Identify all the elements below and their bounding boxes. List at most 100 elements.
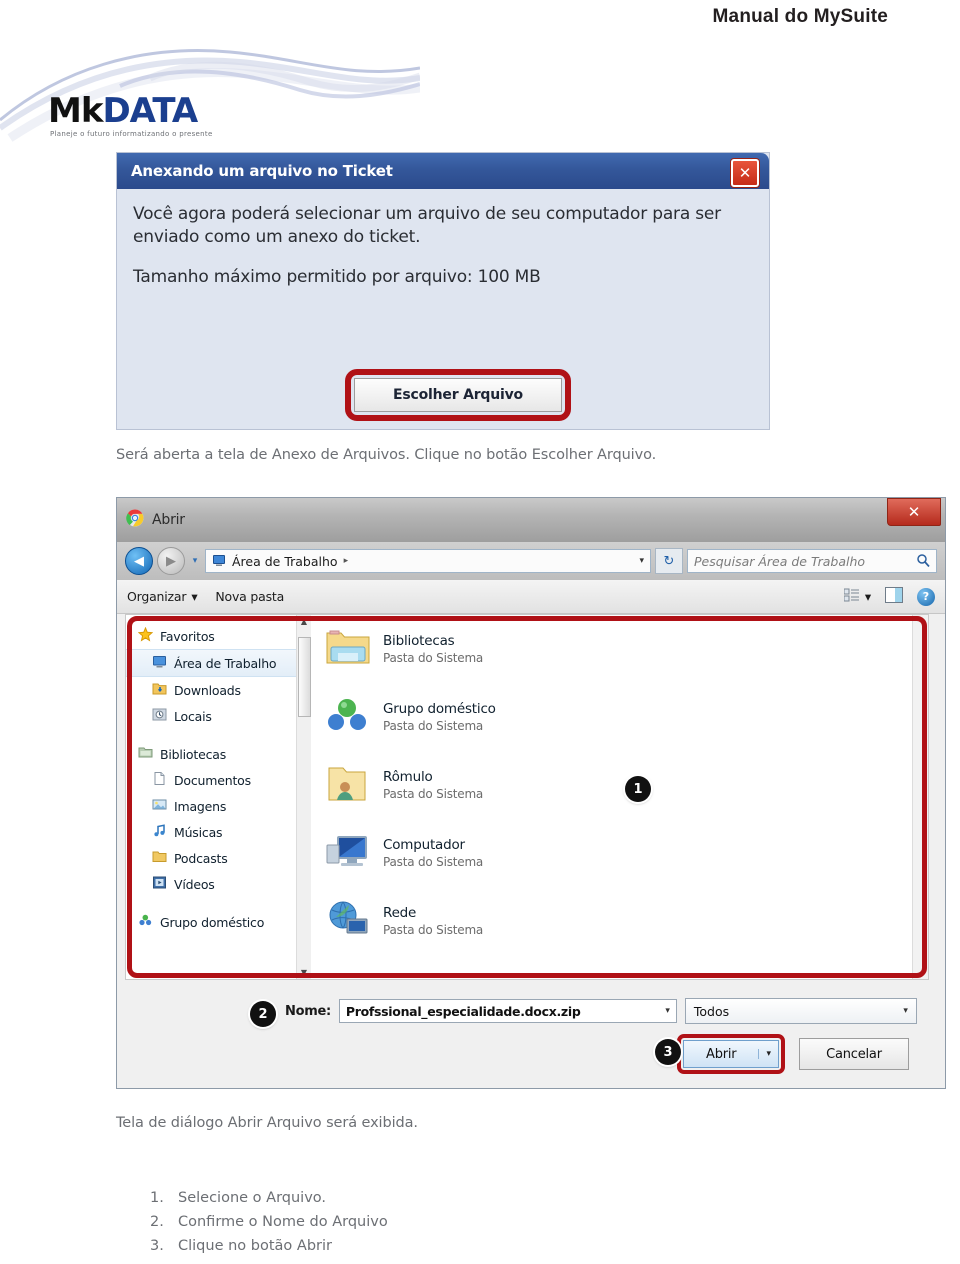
address-path-text: Área de Trabalho xyxy=(232,553,338,569)
videos-icon xyxy=(152,875,167,893)
file-type-filter[interactable]: Todos ▾ xyxy=(684,998,917,1024)
step-number: 1. xyxy=(150,1190,164,1206)
computer-icon xyxy=(325,831,371,875)
list-item-text: Rômulo Pasta do Sistema xyxy=(383,769,483,801)
callout-badge-1: 1 xyxy=(625,776,651,802)
list-item[interactable]: Computador Pasta do Sistema xyxy=(311,819,928,887)
sidebar-item-favoritos[interactable]: Favoritos xyxy=(126,623,311,649)
chevron-down-icon[interactable]: ▾ xyxy=(639,556,644,566)
sidebar-item-downloads[interactable]: Downloads xyxy=(126,677,311,703)
step-number: 2. xyxy=(150,1214,164,1230)
view-list-icon xyxy=(843,588,860,605)
star-icon xyxy=(137,626,154,645)
caption-step-2: Tela de diálogo Abrir Arquivo será exibi… xyxy=(116,1115,418,1131)
list-item[interactable]: Rômulo Pasta do Sistema xyxy=(311,751,928,819)
sidebar-item-bibliotecas[interactable]: Bibliotecas xyxy=(126,741,311,767)
sidebar-item-musicas[interactable]: Músicas xyxy=(126,819,311,845)
list-item[interactable]: Bibliotecas Pasta do Sistema xyxy=(311,615,928,683)
cancel-button[interactable]: Cancelar xyxy=(798,1038,909,1070)
sidebar-item-videos[interactable]: Vídeos xyxy=(126,871,311,897)
open-button[interactable]: Abrir ▾ xyxy=(683,1040,779,1068)
preview-pane-button[interactable] xyxy=(885,587,903,606)
chevron-down-icon: ▾ xyxy=(864,589,871,604)
file-dialog-toolbar: Organizar ▾ Nova pasta ▾ ? xyxy=(117,580,945,614)
file-dialog-titlebar: Abrir ✕ xyxy=(117,498,945,542)
caption-step-1: Será aberta a tela de Anexo de Arquivos.… xyxy=(116,447,657,463)
sidebar-item-locais[interactable]: Locais xyxy=(126,703,311,729)
list-item[interactable]: Grupo doméstico Pasta do Sistema xyxy=(311,683,928,751)
back-icon[interactable]: ◀ xyxy=(125,547,153,575)
new-folder-button[interactable]: Nova pasta xyxy=(215,589,284,604)
file-type: Pasta do Sistema xyxy=(383,923,484,937)
sidebar-item-imagens[interactable]: Imagens xyxy=(126,793,311,819)
libraries-icon xyxy=(138,745,153,763)
organize-label: Organizar xyxy=(127,589,187,604)
file-name: Bibliotecas xyxy=(383,633,455,649)
sidebar-item-label: Locais xyxy=(174,708,212,724)
music-icon xyxy=(152,823,167,841)
close-icon[interactable]: ✕ xyxy=(887,498,941,526)
chevron-down-icon[interactable]: ▾ xyxy=(758,1049,778,1059)
dialog-body: Você agora poderá selecionar um arquivo … xyxy=(117,189,769,289)
file-type: Pasta do Sistema xyxy=(383,855,484,869)
dialog-paragraph-1: Você agora poderá selecionar um arquivo … xyxy=(133,204,721,248)
sidebar-item-area-de-trabalho[interactable]: Área de Trabalho xyxy=(126,649,311,677)
step-text: Selecione o Arquivo. xyxy=(178,1190,327,1206)
user-folder-icon xyxy=(325,763,371,807)
sidebar-item-label: Favoritos xyxy=(160,628,215,644)
step-text: Confirme o Nome do Arquivo xyxy=(178,1214,388,1230)
filename-input[interactable]: Profssional_especialidade.docx.zip ▾ xyxy=(338,999,677,1023)
refresh-icon[interactable]: ↻ xyxy=(655,548,683,574)
step-text: Clique no botão Abrir xyxy=(178,1238,332,1254)
file-list-scrollbar[interactable] xyxy=(912,615,928,979)
change-view-button[interactable]: ▾ xyxy=(843,588,871,605)
list-item: 1. Selecione o Arquivo. xyxy=(150,1186,388,1210)
browse-area: Favoritos Área de Trabalho Downloads Loc… xyxy=(125,614,929,980)
address-input[interactable]: Área de Trabalho ▸ ▾ xyxy=(205,549,651,573)
sidebar-item-label: Imagens xyxy=(174,798,227,814)
file-name: Rede xyxy=(383,905,417,921)
file-type: Pasta do Sistema xyxy=(383,787,484,801)
scroll-down-icon[interactable]: ▼ xyxy=(299,968,309,977)
open-file-dialog: Abrir ✕ ◀ ▶ ▾ Área de Trabalho ▸ ▾ ↻ Pes… xyxy=(116,497,946,1089)
scroll-up-icon[interactable]: ▲ xyxy=(299,617,309,626)
chevron-down-icon: ▾ xyxy=(191,589,198,604)
help-icon[interactable]: ? xyxy=(917,587,935,606)
file-type: Pasta do Sistema xyxy=(383,719,484,733)
sidebar-item-label: Downloads xyxy=(174,682,241,698)
homegroup-icon xyxy=(138,913,153,931)
sidebar-item-label: Podcasts xyxy=(174,850,228,866)
chevron-down-icon[interactable]: ▾ xyxy=(665,1006,670,1016)
scrollbar-thumb[interactable] xyxy=(298,637,311,717)
recent-places-icon xyxy=(152,707,167,725)
sidebar-item-grupo-domestico[interactable]: Grupo doméstico xyxy=(126,909,311,935)
sidebar-item-podcasts[interactable]: Podcasts xyxy=(126,845,311,871)
filename-value: Profssional_especialidade.docx.zip xyxy=(345,1003,581,1019)
toolbar-right-group: ▾ ? xyxy=(843,587,935,606)
file-name: Rômulo xyxy=(383,769,433,785)
search-input[interactable]: Pesquisar Área de Trabalho xyxy=(687,549,937,573)
list-item[interactable]: Rede Pasta do Sistema xyxy=(311,887,928,955)
desktop-icon xyxy=(212,552,226,571)
navigation-pane: Favoritos Área de Trabalho Downloads Loc… xyxy=(126,615,311,979)
filename-row: Nome: Profssional_especialidade.docx.zip… xyxy=(285,998,917,1024)
organize-button[interactable]: Organizar ▾ xyxy=(127,589,198,604)
sidebar-separator xyxy=(126,897,311,909)
sidebar-item-label: Documentos xyxy=(174,772,251,788)
filter-value: Todos xyxy=(693,1003,730,1019)
list-item-text: Computador Pasta do Sistema xyxy=(383,837,483,869)
logo-wordmark: MkDATA xyxy=(48,94,198,128)
choose-file-button[interactable]: Escolher Arquivo xyxy=(354,378,562,412)
chevron-down-icon[interactable]: ▾ xyxy=(189,556,201,566)
sidebar-item-label: Grupo doméstico xyxy=(160,914,265,930)
sidebar-item-label: Músicas xyxy=(174,824,223,840)
footer-buttons: Abrir ▾ Cancelar xyxy=(677,1034,909,1074)
network-icon xyxy=(325,899,371,943)
highlight-ring: Escolher Arquivo xyxy=(345,369,571,421)
sidebar-scrollbar[interactable]: ▲ ▼ xyxy=(296,615,311,979)
page-title: Manual do MySuite xyxy=(712,6,888,27)
close-icon[interactable]: ✕ xyxy=(731,159,759,187)
pictures-icon xyxy=(152,797,167,815)
forward-icon[interactable]: ▶ xyxy=(157,547,185,575)
sidebar-item-documentos[interactable]: Documentos xyxy=(126,767,311,793)
